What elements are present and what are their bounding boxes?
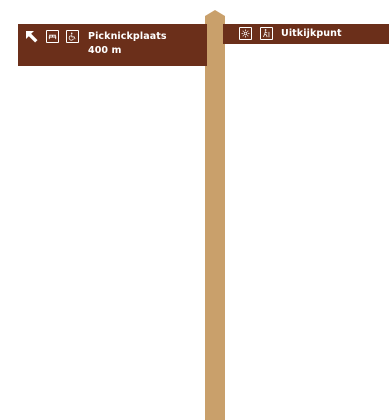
- right-direction-sign: Uitkijkpunt: [223, 24, 389, 44]
- left-sign-destination: Picknickplaats: [88, 31, 167, 42]
- left-sign-distance: 400 m: [88, 45, 122, 56]
- right-sign-destination: Uitkijkpunt: [281, 28, 342, 39]
- wheelchair-icon: [66, 30, 79, 43]
- hiking-icon: [260, 27, 273, 40]
- viewpoint-icon: [239, 27, 252, 40]
- left-direction-sign: Picknickplaats 400 m: [18, 24, 207, 66]
- arrow-up-left-icon: [26, 31, 38, 43]
- signpost-pole: [205, 10, 225, 420]
- picnic-table-icon: [46, 30, 59, 43]
